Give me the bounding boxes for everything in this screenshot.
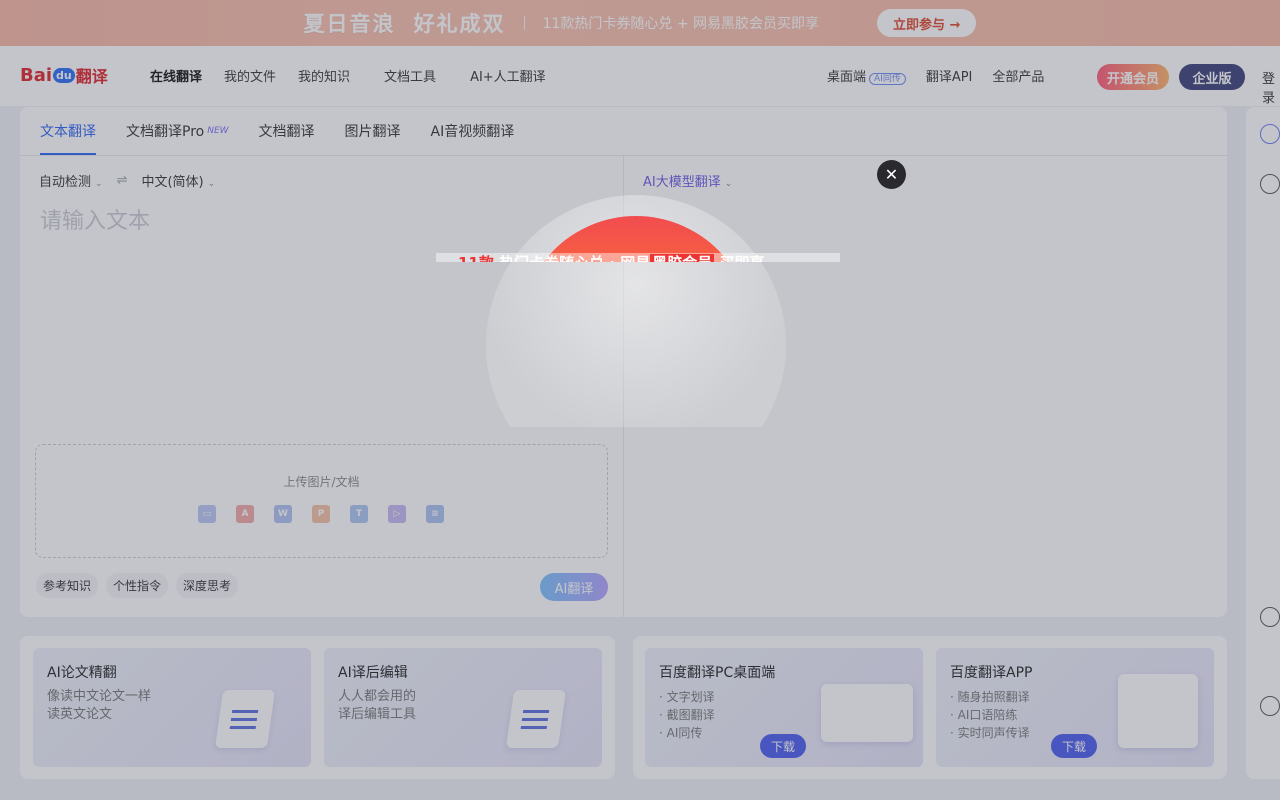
promo-popup-text-line: 11款 热门卡券随心兑 · 网易黑胶会员 买即享: [458, 252, 765, 262]
popup-text-end: 买即享: [714, 254, 764, 262]
popup-text-highlight: 黑胶会员: [650, 254, 715, 262]
popup-text-main: 热门卡券随心兑 · 网易: [494, 254, 650, 262]
promo-popup-text: 11款 热门卡券随心兑 · 网易黑胶会员 买即享: [458, 246, 838, 262]
close-popup-button[interactable]: ✕: [877, 160, 906, 189]
popup-text-count: 11款: [458, 254, 494, 262]
